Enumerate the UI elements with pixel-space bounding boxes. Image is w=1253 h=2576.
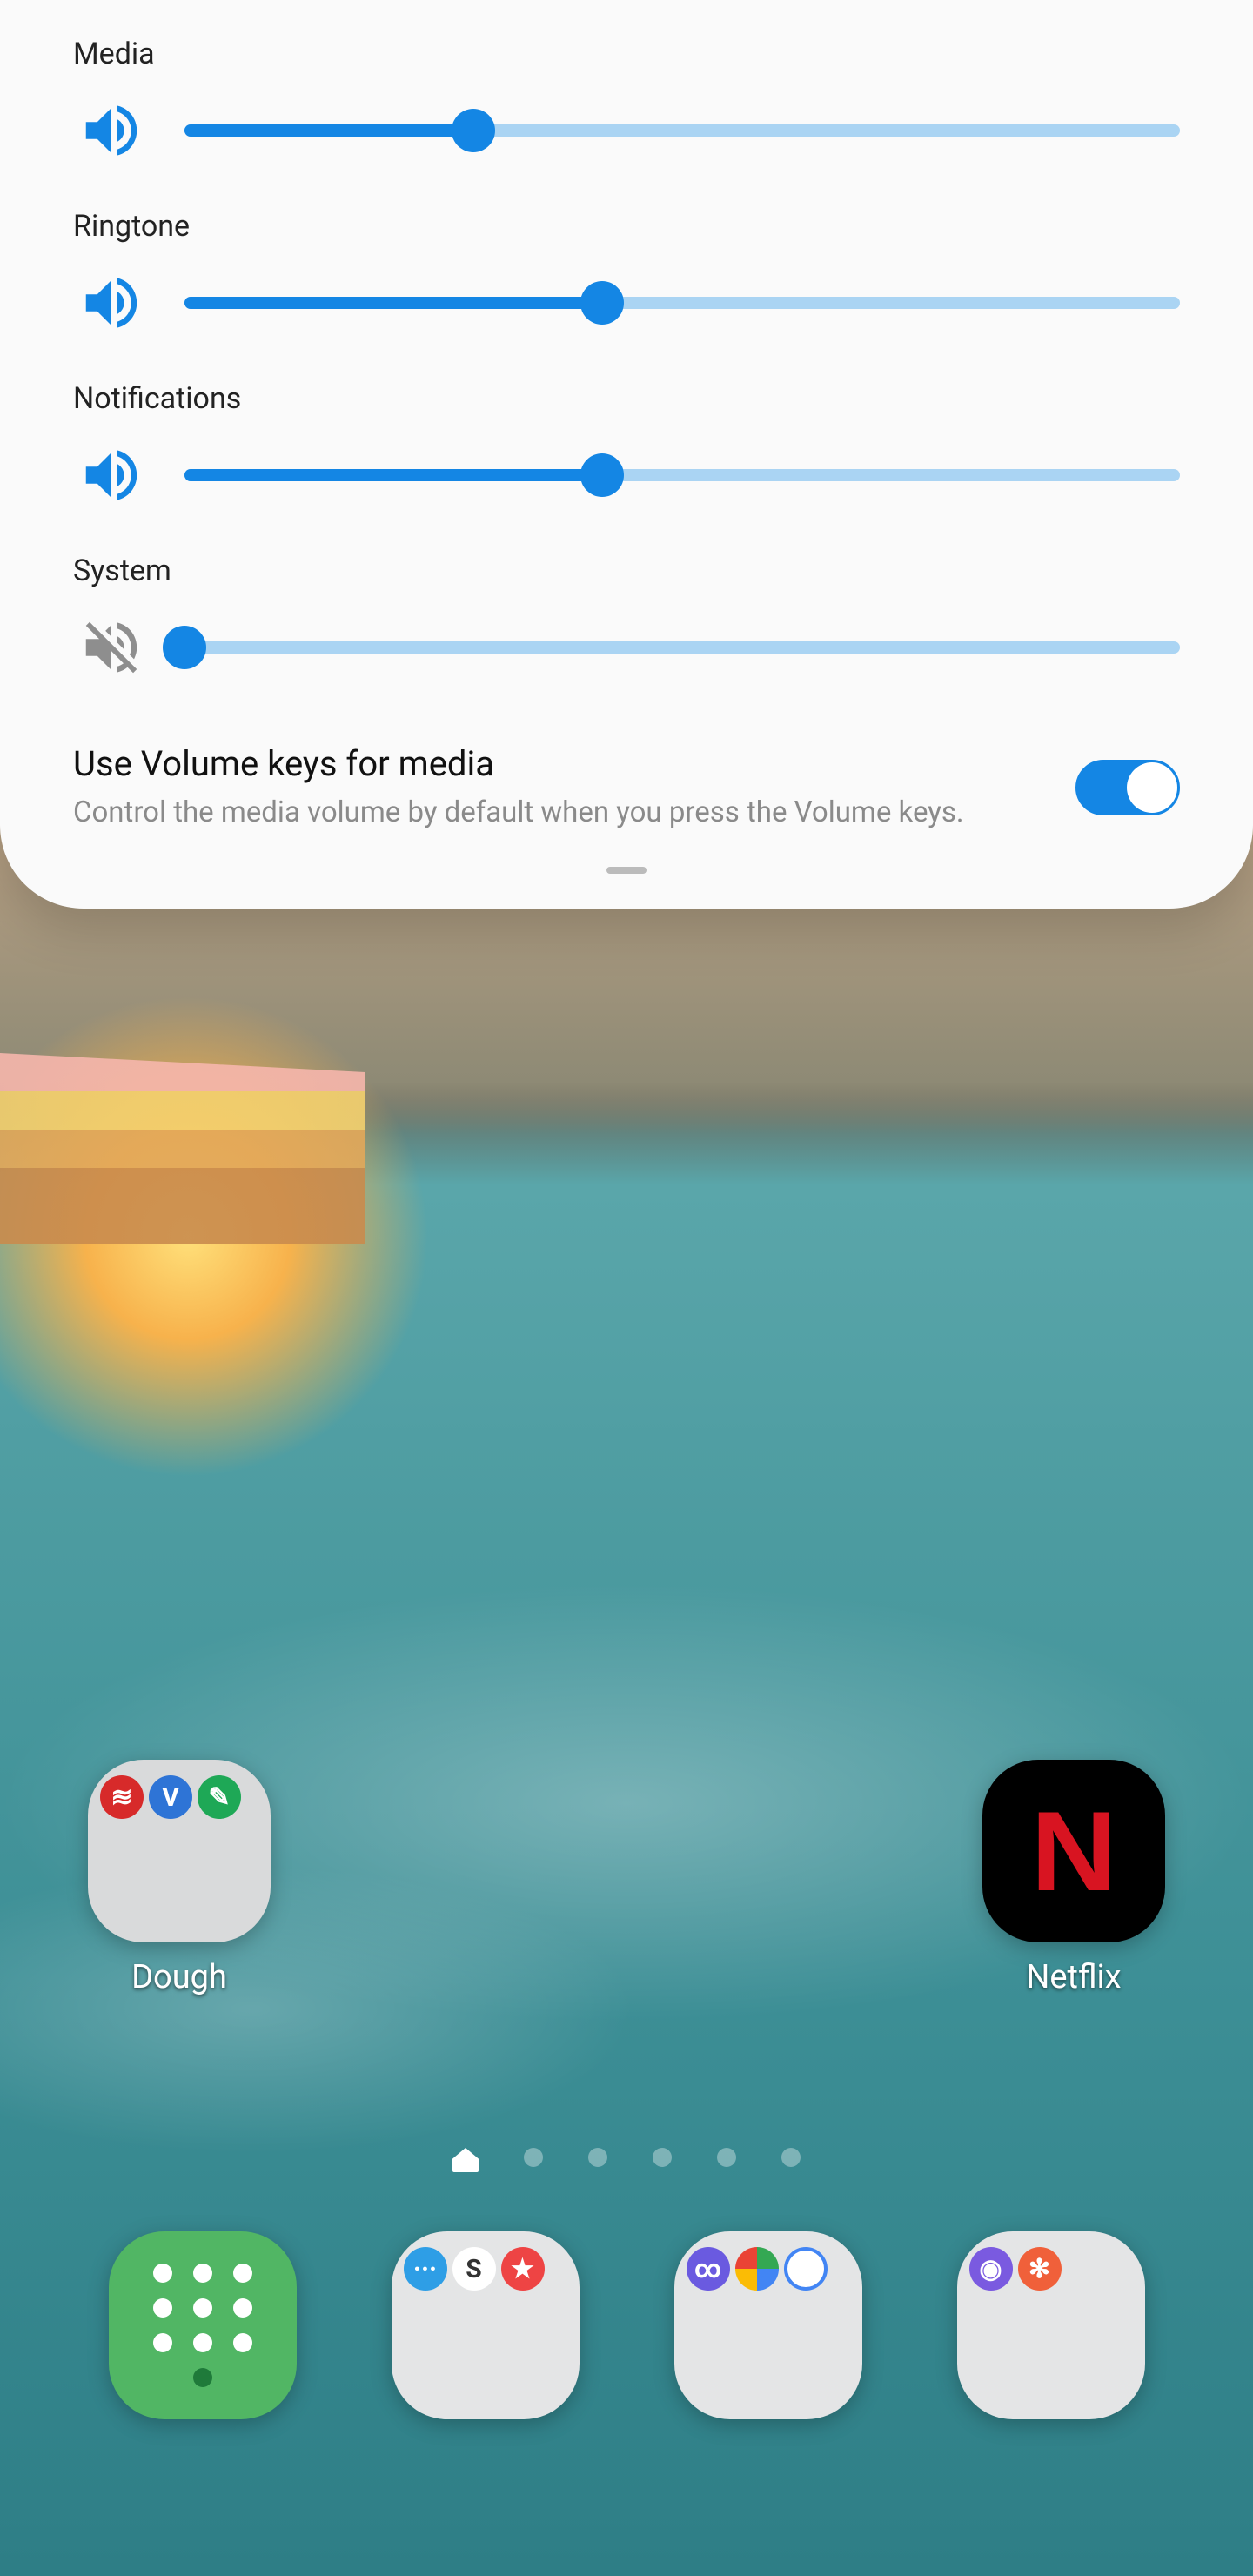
volume-ringtone-slider[interactable] (184, 297, 1180, 309)
dock-folder-2[interactable]: ∞ ▶ (674, 2231, 862, 2419)
volume-keys-media-title: Use Volume keys for media (73, 743, 1041, 784)
dock-folder-3[interactable]: ◉ ✻ (957, 2231, 1145, 2419)
speaker-icon (73, 103, 150, 158)
dialpad-icon (153, 2264, 252, 2387)
page-dot[interactable] (524, 2148, 543, 2167)
speaker-icon (73, 447, 150, 503)
volume-media-block: Media (73, 37, 1180, 158)
volume-keys-media-subtitle: Control the media volume by default when… (73, 795, 1041, 832)
page-dot-home-icon[interactable] (452, 2148, 479, 2172)
panel-drag-handle[interactable] (606, 867, 647, 874)
dock-phone-app[interactable] (109, 2231, 297, 2419)
app-label: Netflix (1026, 1958, 1121, 1996)
speaker-muted-icon (73, 620, 150, 675)
page-dot[interactable] (781, 2148, 801, 2167)
volume-notifications-block: Notifications (73, 381, 1180, 503)
page-dot[interactable] (588, 2148, 607, 2167)
home-apps-row: ≋ V ✎ Dough N Netflix (0, 1760, 1253, 1996)
app-label: Dough (131, 1958, 227, 1996)
volume-notifications-label: Notifications (73, 381, 1180, 416)
volume-media-slider[interactable] (184, 124, 1180, 137)
volume-system-block: System (73, 553, 1180, 675)
folder-icon: ≋ V ✎ (88, 1760, 271, 1942)
volume-notifications-slider[interactable] (184, 469, 1180, 481)
page-dot[interactable] (717, 2148, 736, 2167)
page-dot[interactable] (653, 2148, 672, 2167)
home-dock: ··· S ★ ∞ ▶ ◉ ✻ (0, 2231, 1253, 2419)
netflix-icon: N (982, 1760, 1165, 1942)
app-netflix[interactable]: N Netflix (978, 1760, 1169, 1996)
volume-system-slider[interactable] (184, 641, 1180, 654)
volume-panel: Media Ringtone Notifications (0, 0, 1253, 909)
volume-ringtone-label: Ringtone (73, 209, 1180, 244)
app-folder-dough[interactable]: ≋ V ✎ Dough (84, 1760, 275, 1996)
speaker-icon (73, 275, 150, 331)
volume-system-label: System (73, 553, 1180, 588)
dock-folder-1[interactable]: ··· S ★ (392, 2231, 580, 2419)
volume-keys-media-toggle[interactable] (1075, 760, 1180, 815)
volume-ringtone-block: Ringtone (73, 209, 1180, 331)
home-page-indicator[interactable] (0, 2148, 1253, 2172)
volume-keys-media-row[interactable]: Use Volume keys for media Control the me… (73, 743, 1180, 832)
volume-media-label: Media (73, 37, 1180, 71)
